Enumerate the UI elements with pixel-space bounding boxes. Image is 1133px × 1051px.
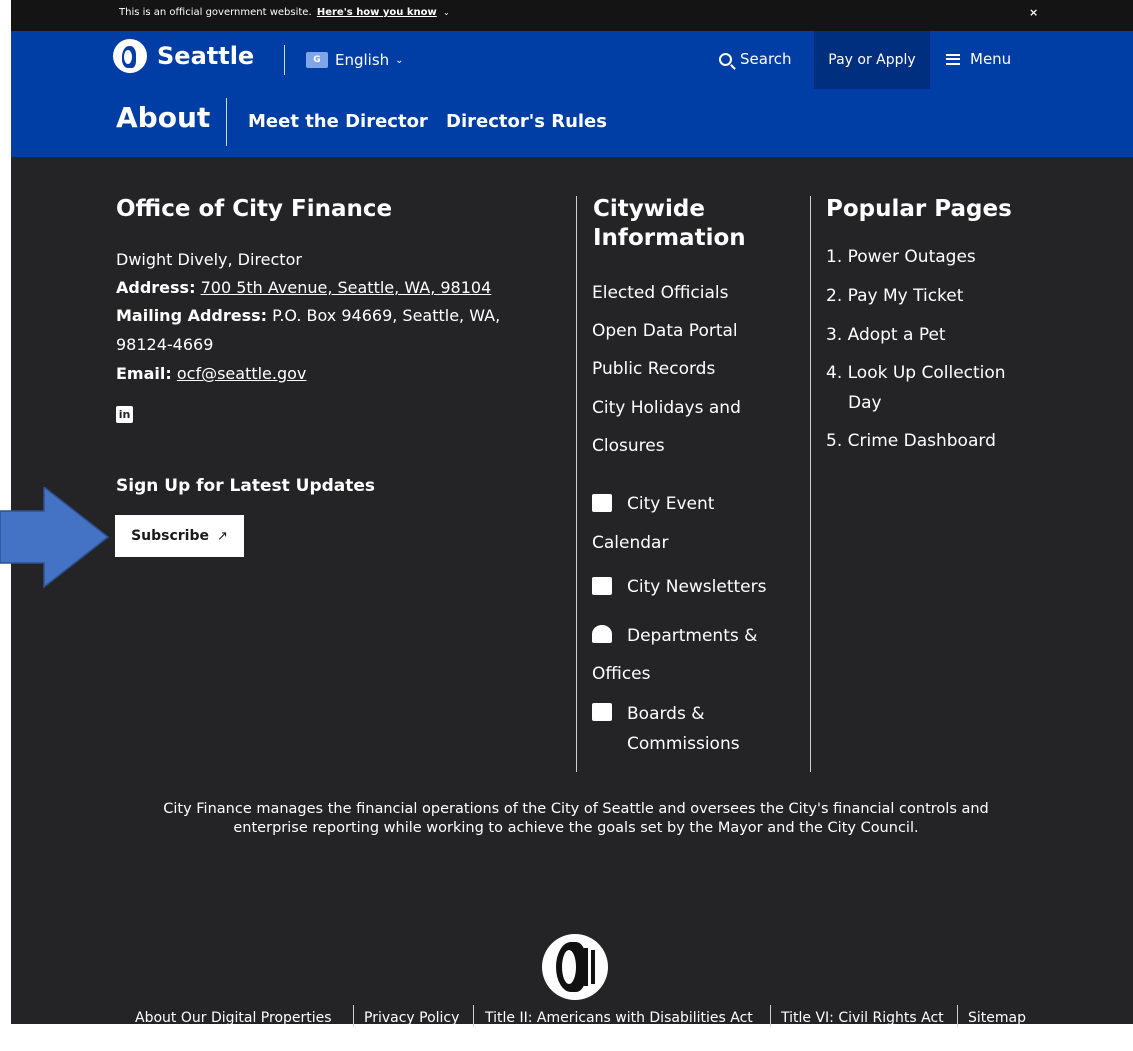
footer-divider [957,1005,958,1027]
newspaper-icon [592,494,612,512]
mailing-address-label: Mailing Address: [116,306,268,325]
address-link[interactable]: 700 5th Avenue, Seattle, WA, 98104 [201,278,492,297]
footer-link-title-vi[interactable]: Title VI: Civil Rights Act [781,1010,944,1026]
seal-profile [562,950,576,984]
annotation-arrow-icon [0,487,110,589]
mailing-address-zip: 98124-4669 [116,335,214,354]
subscribe-button[interactable]: Subscribe ↗ [115,515,244,557]
elected-officials-link[interactable]: Elected Officials [592,282,728,304]
logo-text: Seattle [157,42,255,70]
citywide-heading-line1: Citywide [593,196,705,222]
popular-item-pay-ticket[interactable]: 2. Pay My Ticket [826,285,963,307]
public-records-link[interactable]: Public Records [592,358,715,380]
calendar-icon [592,577,612,595]
seattle-seal-icon [113,39,147,73]
hamburger-icon [946,53,960,65]
address-line: Address: 700 5th Avenue, Seattle, WA, 98… [116,277,491,299]
chevron-down-icon: ⌄ [395,54,404,66]
city-holidays-link-cont[interactable]: Closures [592,435,665,457]
city-newsletters-link[interactable]: City Newsletters [627,576,766,598]
signup-heading: Sign Up for Latest Updates [116,476,376,496]
meet-director-link[interactable]: Meet the Director [248,111,428,132]
search-button[interactable]: Search [719,50,792,68]
citywide-heading: Citywide Information [593,195,746,253]
open-data-portal-link[interactable]: Open Data Portal [592,320,738,342]
city-event-calendar-link-cont[interactable]: Calendar [592,532,668,554]
city-event-calendar-link[interactable]: City Event [627,493,714,515]
menu-label: Menu [970,50,1012,68]
close-banner-button[interactable]: × [1029,6,1038,19]
boards-link[interactable]: Boards & [627,703,704,725]
director-name: Dwight Dively, Director [116,250,302,269]
id-card-icon [592,703,612,721]
search-label: Search [740,50,792,68]
footer-link-privacy[interactable]: Privacy Policy [364,1010,459,1026]
language-selector[interactable]: G English ⌄ [306,51,404,69]
office-heading: Office of City Finance [116,196,393,222]
email-line: Email: ocf@seattle.gov [116,363,306,385]
footer-divider [770,1005,771,1027]
section-title[interactable]: About [116,101,210,134]
subscribe-label: Subscribe [131,528,210,544]
boards-link-cont[interactable]: Commissions [627,733,740,755]
column-divider [576,196,577,772]
seal-column [584,948,588,986]
gov-banner-statement: This is an official government website. [119,7,312,18]
departments-link-cont[interactable]: Offices [592,663,650,685]
footer-divider [473,1005,474,1027]
seal-column [591,950,595,984]
departments-link[interactable]: Departments & [627,625,757,647]
popular-item-power-outages[interactable]: 1. Power Outages [826,246,976,268]
chevron-down-icon[interactable]: ⌄ [443,8,450,17]
gov-banner: This is an official government website. … [11,0,1133,31]
gov-banner-text: This is an official government website. … [119,7,450,18]
site-header: Seattle G English ⌄ Search Pay or Apply … [11,31,1133,157]
citywide-heading-line2: Information [593,225,746,251]
city-holidays-link[interactable]: City Holidays and [592,397,741,419]
external-link-icon: ↗ [217,528,228,544]
linkedin-icon[interactable]: in [116,406,133,423]
pay-or-apply-button[interactable]: Pay or Apply [814,31,930,89]
city-seal-icon [542,934,608,1000]
mailing-address-line: Mailing Address: P.O. Box 94669, Seattle… [116,305,500,327]
subnav-divider [226,98,227,146]
directors-rules-link[interactable]: Director's Rules [446,111,607,132]
email-link[interactable]: ocf@seattle.gov [177,364,307,383]
column-divider [810,196,811,772]
popular-item-crime-dashboard[interactable]: 5. Crime Dashboard [826,430,996,452]
office-description: City Finance manages the financial opera… [163,801,989,836]
header-divider [284,45,285,75]
address-label: Address: [116,278,196,297]
popular-item-collection-day[interactable]: 4. Look Up Collection [826,362,1006,384]
footer-link-title-ii[interactable]: Title II: Americans with Disabilities Ac… [485,1010,753,1026]
page-frame: This is an official government website. … [11,0,1133,1027]
envelope-icon [592,625,612,643]
menu-button[interactable]: Menu [946,50,1011,68]
how-you-know-link[interactable]: Here's how you know [317,7,437,18]
footer-divider [353,1005,354,1027]
popular-item-adopt-pet[interactable]: 3. Adopt a Pet [826,324,946,346]
language-label: English [335,51,390,69]
popular-heading: Popular Pages [826,196,1012,222]
popular-item-collection-day-cont[interactable]: Day [848,392,882,414]
footer-link-sitemap[interactable]: Sitemap [968,1010,1026,1026]
translate-icon: G [306,52,328,68]
footer-link-about-digital[interactable]: About Our Digital Properties [135,1010,332,1026]
search-icon [719,52,732,66]
mailing-address-value: P.O. Box 94669, Seattle, WA, [272,306,501,325]
seattle-logo-link[interactable]: Seattle [113,39,254,73]
email-label: Email: [116,364,172,383]
